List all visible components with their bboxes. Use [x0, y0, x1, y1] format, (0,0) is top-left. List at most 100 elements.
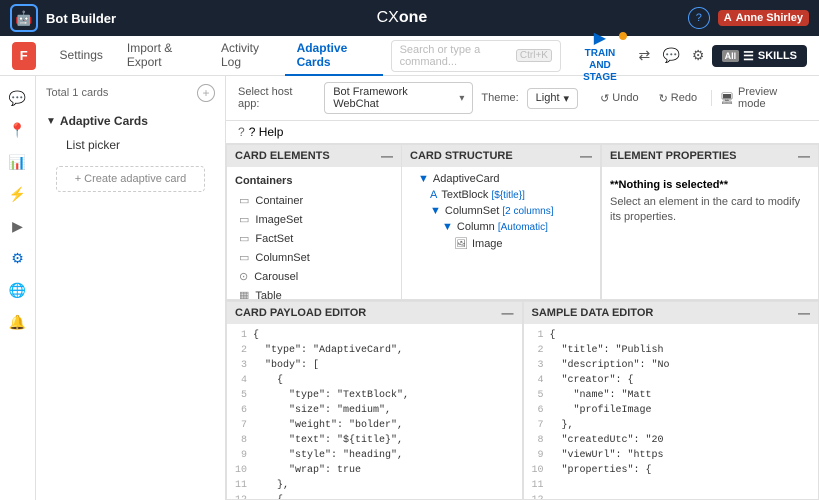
carousel-icon: ⊙ — [239, 270, 248, 283]
preview-mode-button[interactable]: 🖥 Preview mode — [720, 86, 807, 110]
cxone-logo: CXone — [124, 9, 680, 27]
line-content: "name": "Matt — [550, 388, 652, 403]
sidebar-chart-icon[interactable]: 📊 — [4, 148, 32, 176]
sidebar-bell-icon[interactable]: 🔔 — [4, 308, 32, 336]
nav-icon-swap[interactable]: ⇄ — [631, 40, 658, 72]
nav-adaptive-cards[interactable]: Adaptive Cards — [285, 36, 383, 76]
payload-line: 6 "size": "medium", — [231, 403, 518, 418]
sidebar-chat-icon[interactable]: 💬 — [4, 84, 32, 112]
card-elements-content: Containers ▭ Container ▭ ImageSet ▭ Fact… — [227, 167, 401, 299]
element-imageset[interactable]: ▭ ImageSet — [227, 210, 401, 229]
card-elements-header: CARD ELEMENTS — — [227, 145, 401, 167]
nav-icon-gear[interactable]: ⚙ — [685, 40, 712, 72]
adaptive-cards-label: Adaptive Cards — [60, 114, 148, 128]
help-label[interactable]: ? Help — [249, 125, 284, 139]
host-app-label: Select host app: — [238, 86, 316, 110]
tree-textblock-icon: A — [430, 189, 437, 201]
element-factset[interactable]: ▭ FactSet — [227, 229, 401, 248]
sidebar-location-icon[interactable]: 📍 — [4, 116, 32, 144]
editor-toolbar: Select host app: Bot Framework WebChat ▾… — [226, 76, 819, 121]
card-payload-content[interactable]: 1{2 "type": "AdaptiveCard",3 "body": [4 … — [227, 324, 522, 499]
card-payload-title: CARD PAYLOAD EDITOR — [235, 307, 366, 319]
help-question-icon[interactable]: ? — [238, 125, 245, 139]
line-content: "properties": { — [550, 463, 652, 478]
sample-line: 11 — [528, 478, 815, 493]
card-payload-header: CARD PAYLOAD EDITOR — — [227, 302, 522, 324]
sidebar-play-icon[interactable]: ▶ — [4, 212, 32, 240]
create-adaptive-card-button[interactable]: + Create adaptive card — [56, 166, 205, 192]
train-stage-label: TRAIN ANDSTAGE — [577, 48, 623, 84]
adaptive-cards-toggle[interactable]: ▼ Adaptive Cards — [46, 110, 215, 132]
element-container[interactable]: ▭ Container — [227, 191, 401, 210]
cards-count: Total 1 cards — [46, 87, 108, 99]
tree-columnset[interactable]: ▼ ColumnSet [2 columns] — [402, 203, 600, 219]
line-content: "description": "No — [550, 358, 670, 373]
tree-textblock[interactable]: A TextBlock [${title}] — [402, 187, 600, 203]
tree-column[interactable]: ▼ Column [Automatic] — [402, 219, 600, 235]
element-properties-header: ELEMENT PROPERTIES — — [602, 145, 818, 167]
top-nav: 🤖 Bot Builder CXone ? A Anne Shirley — [0, 0, 819, 36]
app-logo: 🤖 — [10, 4, 38, 32]
card-elements-collapse-icon[interactable]: — — [381, 149, 393, 163]
line-number: 10 — [528, 463, 550, 478]
tree-adaptive-card[interactable]: ▼ AdaptiveCard — [402, 171, 600, 187]
nav-icon-chat[interactable]: 💬 — [658, 40, 685, 72]
sidebar-gear-icon[interactable]: ⚙ — [4, 244, 32, 272]
host-app-select[interactable]: Bot Framework WebChat ▾ — [324, 82, 473, 114]
left-sidebar: 💬 📍 📊 ⚡ ▶ ⚙ 🌐 🔔 — [0, 76, 36, 500]
payload-line: 1{ — [231, 328, 518, 343]
nav-activity-log[interactable]: Activity Log — [209, 36, 285, 76]
top-nav-right: ? A Anne Shirley — [688, 7, 809, 29]
add-card-icon[interactable]: + — [197, 84, 215, 102]
search-box[interactable]: Search or type a command... Ctrl+K — [391, 40, 561, 72]
tree-image[interactable]: 🖼 Image — [402, 235, 600, 252]
line-number: 11 — [528, 478, 550, 493]
payload-line: 12 { — [231, 493, 518, 499]
payload-line: 5 "type": "TextBlock", — [231, 388, 518, 403]
card-structure-title: CARD STRUCTURE — [410, 150, 513, 162]
theme-select[interactable]: Light ▾ — [527, 88, 578, 109]
sample-line: 2 "title": "Publish — [528, 343, 815, 358]
sample-line: 5 "name": "Matt — [528, 388, 815, 403]
train-stage-icon: ▶ — [594, 28, 606, 48]
payload-line: 2 "type": "AdaptiveCard", — [231, 343, 518, 358]
nothing-selected-label: **Nothing is selected** — [610, 179, 728, 191]
search-placeholder: Search or type a command... — [400, 44, 512, 68]
card-payload-collapse-icon[interactable]: — — [502, 306, 514, 320]
element-properties-collapse-icon[interactable]: — — [798, 149, 810, 163]
skills-button[interactable]: All ☰ SKILLS — [712, 45, 807, 67]
user-badge[interactable]: A Anne Shirley — [718, 10, 809, 26]
sidebar-globe-icon[interactable]: 🌐 — [4, 276, 32, 304]
f-button[interactable]: F — [12, 42, 36, 70]
cards-panel-header: Total 1 cards + — [36, 76, 225, 110]
help-button[interactable]: ? — [688, 7, 710, 29]
sample-data-content[interactable]: 1{2 "title": "Publish3 "description": "N… — [524, 324, 819, 499]
sidebar-bolt-icon[interactable]: ⚡ — [4, 180, 32, 208]
sample-data-title: SAMPLE DATA EDITOR — [532, 307, 654, 319]
containers-title: Containers — [227, 171, 401, 191]
line-content: "type": "AdaptiveCard", — [253, 343, 403, 358]
line-number: 6 — [528, 403, 550, 418]
main-content: Select host app: Bot Framework WebChat ▾… — [226, 76, 819, 500]
element-table[interactable]: ▦ Table — [227, 286, 401, 299]
element-columnset[interactable]: ▭ ColumnSet — [227, 248, 401, 267]
redo-button[interactable]: ↻ Redo — [653, 90, 704, 107]
line-number: 7 — [231, 418, 253, 433]
app-title: Bot Builder — [46, 11, 116, 26]
nav-import-export[interactable]: Import & Export — [115, 36, 209, 76]
undo-button[interactable]: ↺ Undo — [594, 90, 645, 107]
line-content: "text": "${title}", — [253, 433, 403, 448]
line-content: "type": "TextBlock", — [253, 388, 409, 403]
element-properties-content: **Nothing is selected** Select an elemen… — [602, 167, 818, 299]
payload-line: 11 }, — [231, 478, 518, 493]
card-structure-collapse-icon[interactable]: — — [580, 149, 592, 163]
nav-settings[interactable]: Settings — [48, 36, 115, 76]
sample-data-collapse-icon[interactable]: — — [798, 306, 810, 320]
line-number: 12 — [528, 493, 550, 499]
tree-columnset-icon: ▼ — [430, 205, 441, 217]
train-stage-button[interactable]: ▶ TRAIN ANDSTAGE — [569, 28, 631, 84]
element-carousel[interactable]: ⊙ Carousel — [227, 267, 401, 286]
redo-icon: ↻ — [659, 92, 668, 105]
line-content: "creator": { — [550, 373, 634, 388]
list-picker-card[interactable]: List picker — [46, 132, 215, 158]
